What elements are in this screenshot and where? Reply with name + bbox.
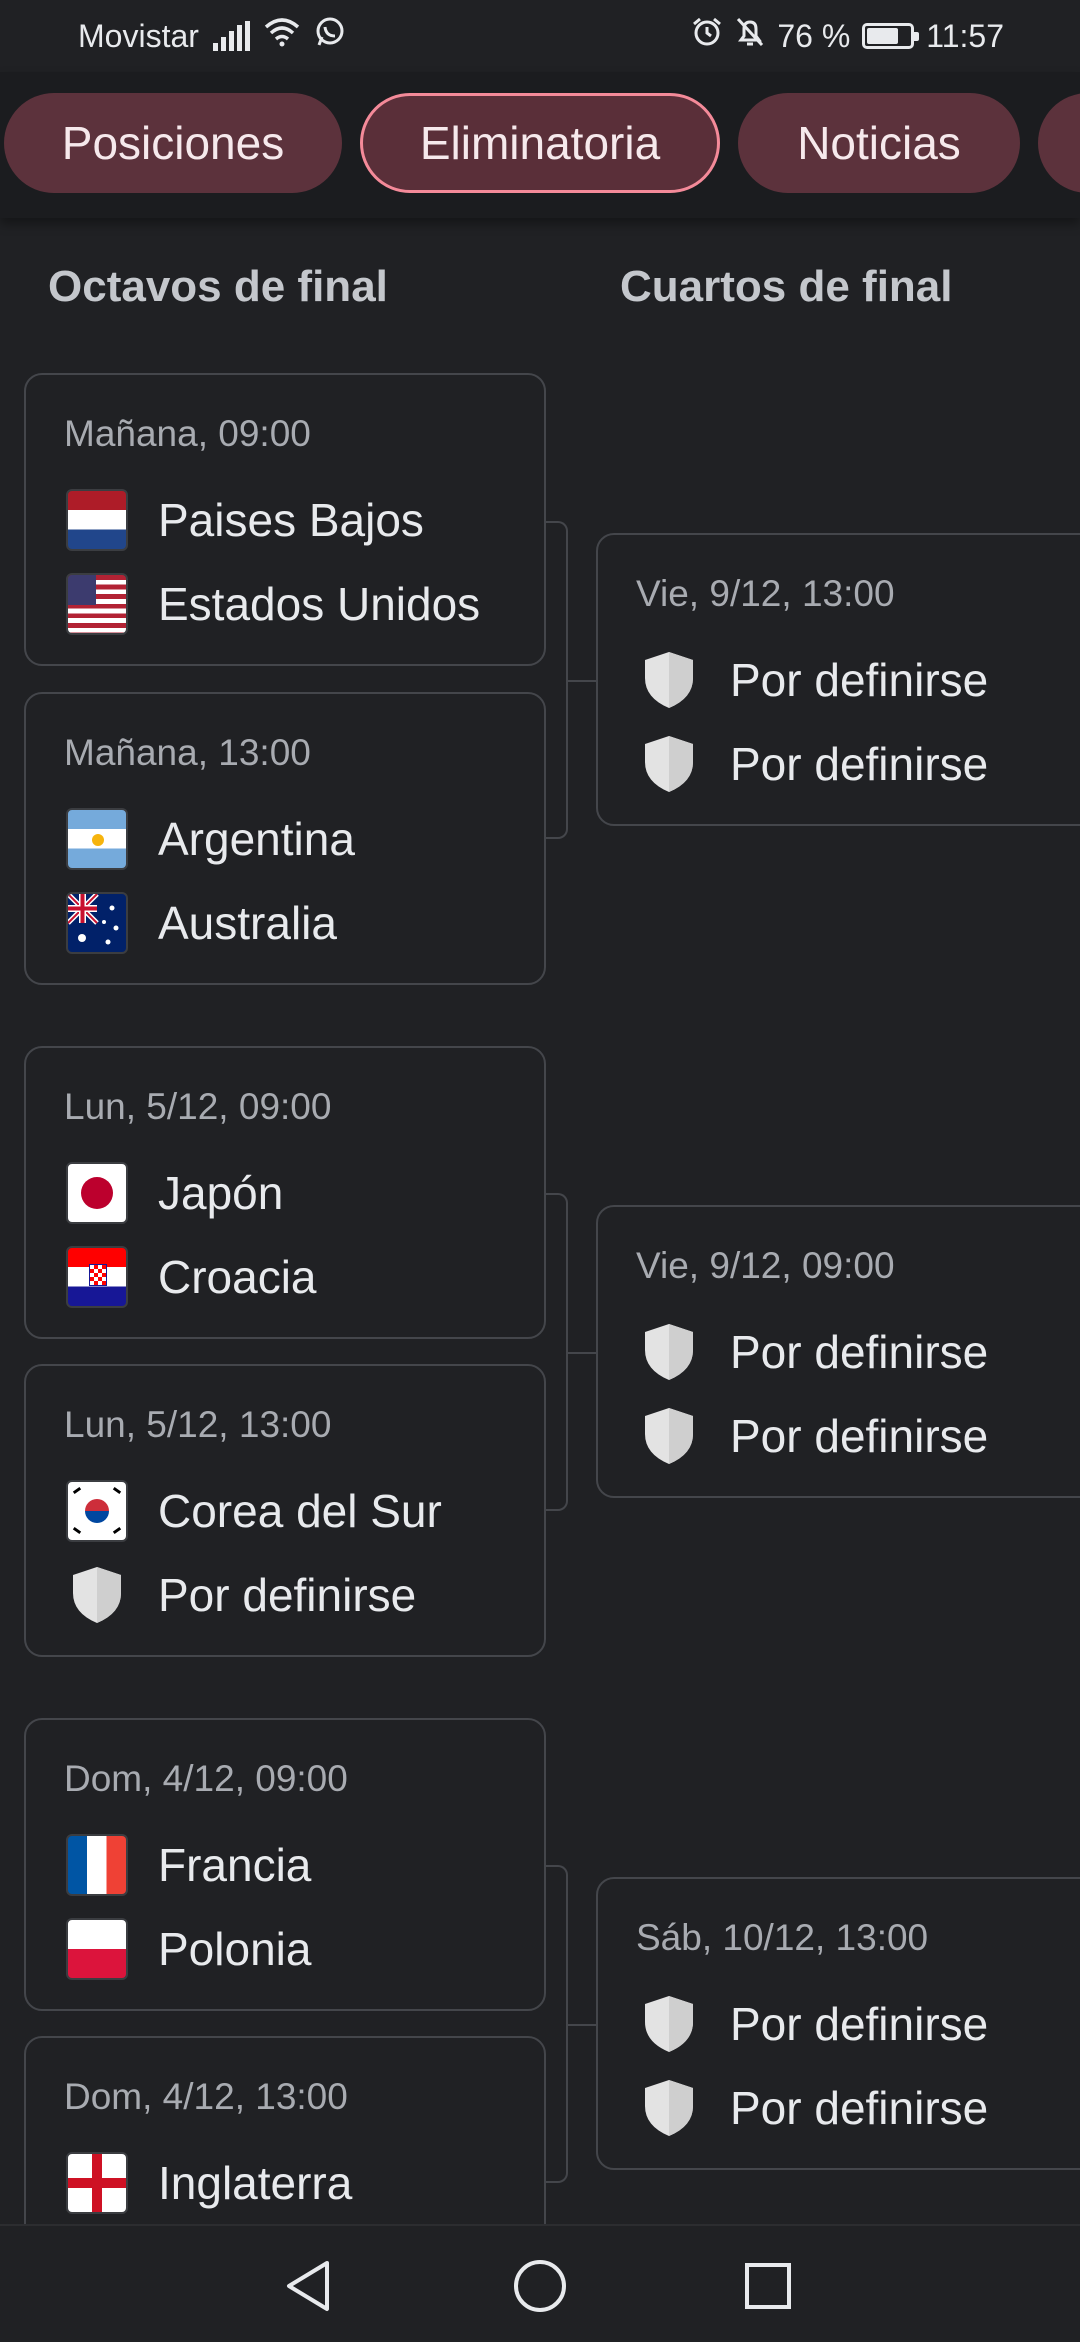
team-row: Por definirse bbox=[638, 1320, 988, 1384]
team-name: Australia bbox=[158, 897, 337, 949]
shield-icon bbox=[638, 2077, 700, 2139]
team-row: Por definirse bbox=[638, 2076, 988, 2140]
poland-flag-icon bbox=[66, 1918, 128, 1980]
japan-flag-icon bbox=[66, 1162, 128, 1224]
shield-icon bbox=[638, 649, 700, 711]
match-card[interactable]: Sáb, 10/12, 13:00 Por definirse Por defi… bbox=[596, 1877, 1080, 2170]
team-row: Por definirse bbox=[638, 648, 988, 712]
bracket-connector bbox=[568, 680, 598, 682]
battery-fill bbox=[867, 28, 898, 44]
team-name: Por definirse bbox=[730, 654, 989, 706]
bracket-connector bbox=[546, 1193, 568, 1511]
shield-icon bbox=[638, 1993, 700, 2055]
team-row: Por definirse bbox=[638, 1404, 988, 1468]
system-nav-bar bbox=[0, 2224, 1080, 2342]
team-row: Por definirse bbox=[638, 732, 988, 796]
bracket-connector bbox=[546, 521, 568, 839]
match-card[interactable]: Mañana, 13:00 Argentina Australia bbox=[24, 692, 546, 985]
team-row: Australia bbox=[66, 891, 337, 955]
tab-posiciones[interactable]: Posiciones bbox=[4, 93, 342, 193]
match-card[interactable]: Vie, 9/12, 13:00 Por definirse Por defin… bbox=[596, 533, 1080, 826]
bracket-connector bbox=[568, 2024, 598, 2026]
croatia-flag-icon bbox=[66, 1246, 128, 1308]
match-time: Mañana, 13:00 bbox=[64, 732, 311, 773]
match-card[interactable]: Vie, 9/12, 09:00 Por definirse Por defin… bbox=[596, 1205, 1080, 1498]
team-row: Francia bbox=[66, 1833, 311, 1897]
back-triangle-icon[interactable] bbox=[278, 2256, 338, 2316]
netherlands-flag-icon bbox=[66, 489, 128, 551]
team-name: Paises Bajos bbox=[158, 494, 424, 546]
team-row: Japón bbox=[66, 1161, 283, 1225]
team-row: Argentina bbox=[66, 807, 355, 871]
south-korea-flag-icon bbox=[66, 1480, 128, 1542]
tab-bar: Posiciones Eliminatoria Noticias bbox=[0, 72, 1080, 218]
team-name: Croacia bbox=[158, 1251, 317, 1303]
england-flag-icon bbox=[66, 2152, 128, 2214]
match-card[interactable]: Lun, 5/12, 09:00 Japón Croacia bbox=[24, 1046, 546, 1339]
team-name: Por definirse bbox=[730, 2082, 989, 2134]
match-card[interactable]: Mañana, 09:00 Paises Bajos Estados Unido… bbox=[24, 373, 546, 666]
team-name: Por definirse bbox=[730, 1326, 989, 1378]
team-row: Corea del Sur bbox=[66, 1479, 442, 1543]
bracket-connector bbox=[546, 1865, 568, 2183]
team-name: Corea del Sur bbox=[158, 1485, 442, 1537]
team-row: Por definirse bbox=[638, 1992, 988, 2056]
shield-icon bbox=[638, 1321, 700, 1383]
team-name: Inglaterra bbox=[158, 2157, 353, 2209]
tab-next-partial[interactable] bbox=[1038, 93, 1080, 193]
australia-flag-icon bbox=[66, 892, 128, 954]
team-name: Por definirse bbox=[158, 1569, 417, 1621]
carrier-label: Movistar bbox=[78, 17, 199, 54]
status-bar: Movistar 76 % 11:57 bbox=[0, 0, 1080, 72]
clock: 11:57 bbox=[926, 17, 1004, 54]
battery-percent: 76 % bbox=[777, 17, 851, 54]
quarterfinals-title: Cuartos de final bbox=[620, 262, 953, 311]
match-time: Lun, 5/12, 13:00 bbox=[64, 1404, 332, 1445]
team-name: Por definirse bbox=[730, 1410, 989, 1462]
alarm-icon bbox=[691, 16, 723, 56]
match-time: Dom, 4/12, 13:00 bbox=[64, 2076, 348, 2117]
team-name: Por definirse bbox=[730, 738, 989, 790]
argentina-flag-icon bbox=[66, 808, 128, 870]
match-time: Mañana, 09:00 bbox=[64, 413, 311, 454]
team-row: Paises Bajos bbox=[66, 488, 424, 552]
usa-flag-icon bbox=[66, 573, 128, 635]
recents-square-icon[interactable] bbox=[738, 2256, 798, 2316]
team-row: Por definirse bbox=[66, 1563, 416, 1627]
match-time: Sáb, 10/12, 13:00 bbox=[636, 1917, 929, 1958]
match-time: Vie, 9/12, 13:00 bbox=[636, 573, 895, 614]
whatsapp-icon bbox=[314, 16, 346, 56]
wifi-icon bbox=[264, 17, 300, 55]
match-time: Lun, 5/12, 09:00 bbox=[64, 1086, 332, 1127]
team-name: Japón bbox=[158, 1167, 284, 1219]
bell-off-icon bbox=[735, 16, 765, 56]
match-time: Vie, 9/12, 09:00 bbox=[636, 1245, 895, 1286]
team-row: Croacia bbox=[66, 1245, 317, 1309]
tab-noticias[interactable]: Noticias bbox=[738, 93, 1020, 193]
team-name: Argentina bbox=[158, 813, 355, 865]
team-name: Polonia bbox=[158, 1923, 312, 1975]
shield-icon bbox=[638, 733, 700, 795]
match-time: Dom, 4/12, 09:00 bbox=[64, 1758, 348, 1799]
match-card[interactable]: Lun, 5/12, 13:00 Corea del Sur Por defin… bbox=[24, 1364, 546, 1657]
shield-icon bbox=[66, 1564, 128, 1626]
status-bar-left: Movistar bbox=[78, 16, 346, 56]
match-card[interactable]: Dom, 4/12, 09:00 Francia Polonia bbox=[24, 1718, 546, 2011]
signal-icon bbox=[212, 21, 250, 51]
tab-eliminatoria[interactable]: Eliminatoria bbox=[360, 93, 720, 193]
team-name: Por definirse bbox=[730, 1998, 989, 2050]
home-circle-icon[interactable] bbox=[510, 2256, 570, 2316]
team-row: Polonia bbox=[66, 1917, 311, 1981]
bracket-connector bbox=[568, 1352, 598, 1354]
team-row: Inglaterra bbox=[66, 2151, 352, 2215]
shield-icon bbox=[638, 1405, 700, 1467]
status-bar-right: 76 % 11:57 bbox=[691, 16, 1004, 56]
france-flag-icon bbox=[66, 1834, 128, 1896]
team-row: Estados Unidos bbox=[66, 572, 480, 636]
team-name: Francia bbox=[158, 1839, 312, 1891]
battery-icon bbox=[862, 23, 920, 49]
round-of-16-title: Octavos de final bbox=[48, 262, 388, 311]
team-name: Estados Unidos bbox=[158, 578, 481, 630]
